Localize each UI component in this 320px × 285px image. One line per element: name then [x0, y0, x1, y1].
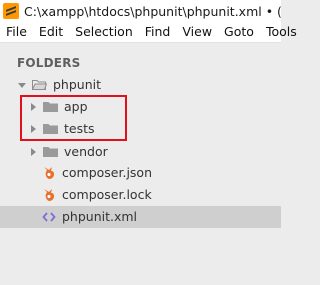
sidebar-item-label: composer.json	[62, 165, 153, 180]
disclosure-closed-icon[interactable]	[31, 148, 36, 156]
menu-edit[interactable]: Edit	[33, 22, 69, 42]
menu-find[interactable]: Find	[139, 22, 177, 42]
folder-open-icon	[32, 80, 47, 90]
disclosure-closed-icon[interactable]	[31, 125, 36, 133]
sidebar-root-label: phpunit	[53, 77, 102, 92]
menu-goto[interactable]: Goto	[218, 22, 260, 42]
sublime-text-logo-icon	[3, 3, 19, 19]
menu-selection[interactable]: Selection	[69, 22, 139, 42]
menu-tools[interactable]: Tools	[260, 22, 303, 42]
sidebar-item-label: tests	[64, 121, 95, 136]
menu-view[interactable]: View	[176, 22, 218, 42]
sidebar-item-label: phpunit.xml	[62, 209, 138, 224]
sidebar-root-phpunit[interactable]: phpunit	[0, 74, 281, 96]
folder-icon	[43, 102, 58, 112]
sidebar-item-label: composer.lock	[62, 187, 152, 202]
disclosure-open-icon[interactable]	[18, 83, 26, 88]
sidebar-item-vendor[interactable]: vendor	[0, 141, 281, 163]
composer-file-icon	[44, 189, 54, 201]
sidebar-item-phpunit-xml[interactable]: phpunit.xml	[0, 206, 281, 228]
folder-icon	[43, 147, 58, 157]
window-title: C:\xampp\htdocs\phpunit\phpunit.xml • (p…	[24, 3, 281, 19]
sidebar-item-label: app	[64, 99, 88, 114]
sidebar-item-composer-json[interactable]: composer.json	[0, 162, 281, 184]
sidebar-item-app[interactable]: app	[0, 96, 281, 118]
sidebar-item-label: vendor	[64, 144, 108, 159]
title-bar: C:\xampp\htdocs\phpunit\phpunit.xml • (p…	[0, 0, 281, 23]
menu-bar: File Edit Selection Find View Goto Tools	[0, 22, 297, 43]
sidebar-item-composer-lock[interactable]: composer.lock	[0, 184, 281, 206]
folders-heading: FOLDERS	[17, 56, 81, 70]
sidebar: FOLDERS phpunit app tests vendor compose…	[0, 43, 281, 285]
folder-icon	[43, 124, 58, 134]
sidebar-item-tests[interactable]: tests	[0, 118, 281, 140]
xml-code-icon	[42, 212, 56, 222]
composer-file-icon	[44, 167, 54, 179]
menu-file[interactable]: File	[0, 22, 33, 42]
disclosure-closed-icon[interactable]	[31, 103, 36, 111]
